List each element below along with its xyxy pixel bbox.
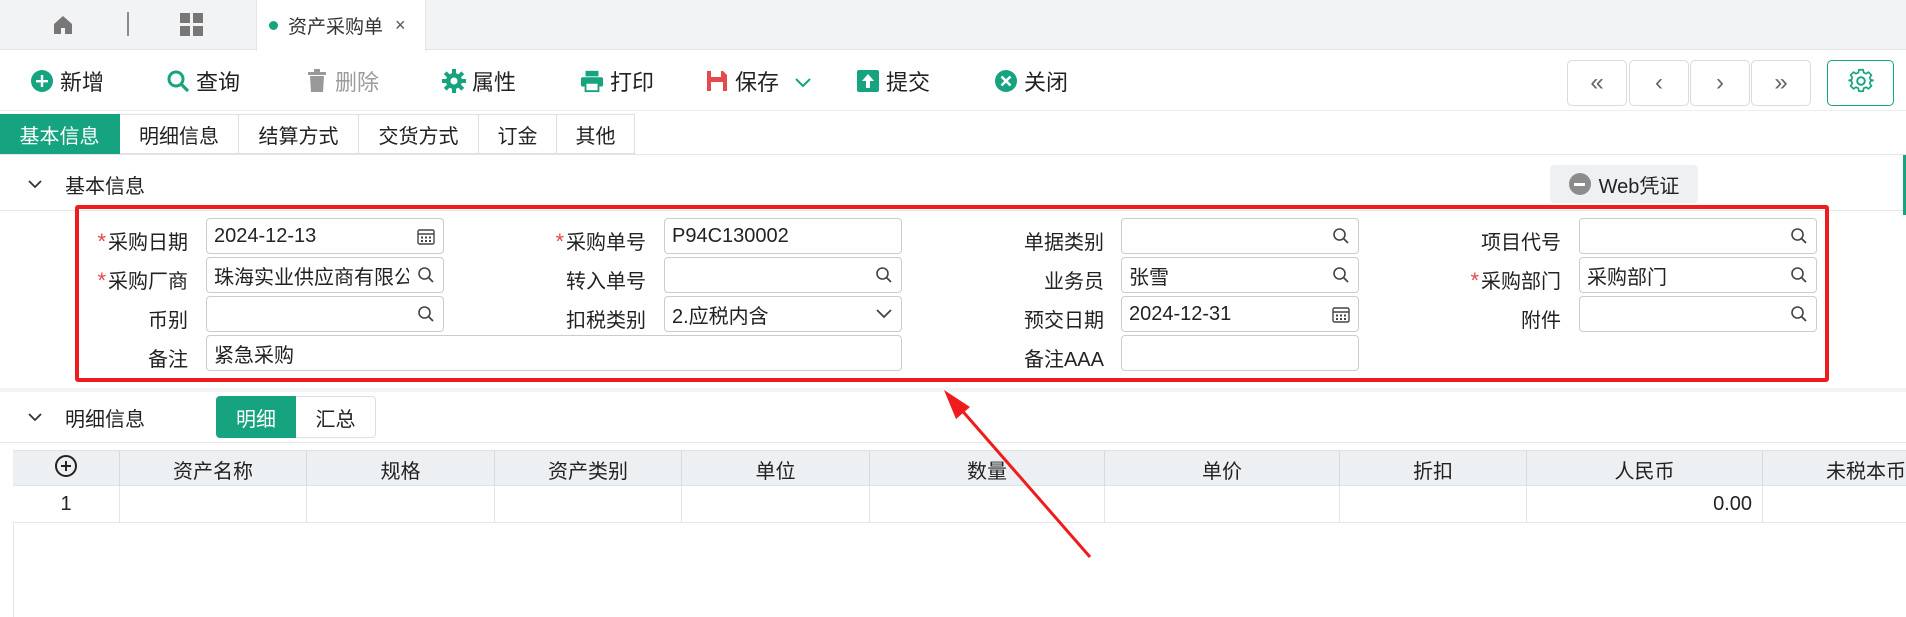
printer-icon: [580, 69, 604, 93]
minus-circle-icon: [1568, 173, 1591, 195]
grid-icon[interactable]: [177, 10, 207, 40]
divider: [0, 154, 1906, 155]
upload-icon: [856, 69, 880, 93]
gear-icon: [1847, 68, 1874, 99]
cell-asset-name[interactable]: [120, 486, 307, 523]
web-voucher-button[interactable]: Web凭证: [1550, 165, 1698, 203]
add-row-header[interactable]: [13, 451, 120, 487]
cell-untaxed[interactable]: [1763, 486, 1906, 523]
properties-button[interactable]: 属性: [442, 65, 516, 97]
chevron-down-icon[interactable]: [795, 68, 811, 94]
query-button[interactable]: 查询: [166, 65, 240, 97]
save-icon: [705, 69, 729, 93]
submit-button[interactable]: 提交: [856, 65, 930, 97]
print-label: 打印: [610, 70, 655, 95]
annotation-arrow: [944, 390, 1092, 558]
column-header[interactable]: 未税本币: [1763, 451, 1906, 487]
section-tabs: 基本信息 明细信息 结算方式 交货方式 订金 其他: [0, 114, 635, 154]
column-header[interactable]: 资产类别: [495, 451, 682, 487]
save-label: 保存: [735, 70, 780, 95]
chevron-left-icon: ‹: [1655, 69, 1663, 96]
save-button[interactable]: 保存: [705, 65, 811, 97]
highlight-box: [75, 205, 1829, 382]
active-dot: [269, 21, 278, 30]
column-header[interactable]: 人民币: [1527, 451, 1763, 487]
chevron-down-icon[interactable]: [26, 175, 44, 193]
print-button[interactable]: 打印: [580, 65, 654, 97]
delete-button[interactable]: 删除: [305, 65, 379, 97]
column-header[interactable]: 折扣: [1340, 451, 1527, 487]
web-voucher-label: Web凭证: [1598, 175, 1680, 198]
query-label: 查询: [196, 70, 241, 95]
properties-label: 属性: [472, 70, 517, 95]
cell-asset-type[interactable]: [495, 486, 682, 523]
cell-spec[interactable]: [307, 486, 495, 523]
tab-detail[interactable]: 明细: [216, 396, 296, 438]
tab-delivery[interactable]: 交货方式: [359, 114, 479, 154]
cell-discount[interactable]: [1340, 486, 1527, 523]
close-label: 关闭: [1024, 70, 1069, 95]
tab-summary[interactable]: 汇总: [296, 396, 376, 438]
last-record-button[interactable]: »: [1751, 60, 1811, 106]
submit-label: 提交: [886, 70, 931, 95]
detail-view-tabs: 明细 汇总: [216, 396, 376, 438]
tab-label: 资产采购单: [288, 17, 384, 38]
new-button[interactable]: 新增: [30, 65, 104, 97]
first-record-button[interactable]: «: [1567, 60, 1627, 106]
column-header[interactable]: 资产名称: [120, 451, 307, 487]
close-icon[interactable]: ×: [395, 15, 406, 36]
double-chevron-right-icon: »: [1774, 69, 1788, 96]
tab-settlement[interactable]: 结算方式: [239, 114, 359, 154]
detail-info-title: 明细信息: [65, 408, 145, 431]
delete-label: 删除: [335, 70, 380, 95]
tab-asset-purchase-order[interactable]: 资产采购单 ×: [256, 0, 426, 51]
chevron-right-icon: ›: [1716, 69, 1724, 96]
tab-basic-info[interactable]: 基本信息: [0, 114, 120, 154]
column-header[interactable]: 规格: [307, 451, 495, 487]
cell-unit[interactable]: [682, 486, 870, 523]
tab-separator: [127, 12, 129, 36]
column-header[interactable]: 单位: [682, 451, 870, 487]
search-icon: [166, 69, 190, 93]
tab-detail-info[interactable]: 明细信息: [120, 114, 239, 154]
home-icon[interactable]: [48, 10, 78, 40]
row-number: 1: [13, 486, 120, 523]
plus-circle-icon: [30, 69, 54, 93]
close-circle-icon: [994, 69, 1018, 93]
trash-icon: [305, 69, 329, 93]
cell-rmb[interactable]: 0.00: [1527, 486, 1763, 523]
gear-icon: [442, 69, 466, 93]
double-chevron-left-icon: «: [1590, 69, 1604, 96]
new-label: 新增: [60, 70, 105, 95]
prev-record-button[interactable]: ‹: [1629, 60, 1689, 106]
add-circle-icon[interactable]: [54, 454, 78, 484]
cell-unit-price[interactable]: [1105, 486, 1340, 523]
chevron-down-icon[interactable]: [26, 408, 44, 426]
top-tab-bar: 资产采购单 ×: [0, 0, 1906, 51]
tab-deposit[interactable]: 订金: [479, 114, 557, 154]
close-button[interactable]: 关闭: [994, 65, 1068, 97]
basic-info-title: 基本信息: [65, 175, 145, 198]
next-record-button[interactable]: ›: [1690, 60, 1750, 106]
settings-button[interactable]: [1827, 60, 1894, 106]
column-header[interactable]: 单价: [1105, 451, 1340, 487]
tab-other[interactable]: 其他: [557, 114, 635, 154]
